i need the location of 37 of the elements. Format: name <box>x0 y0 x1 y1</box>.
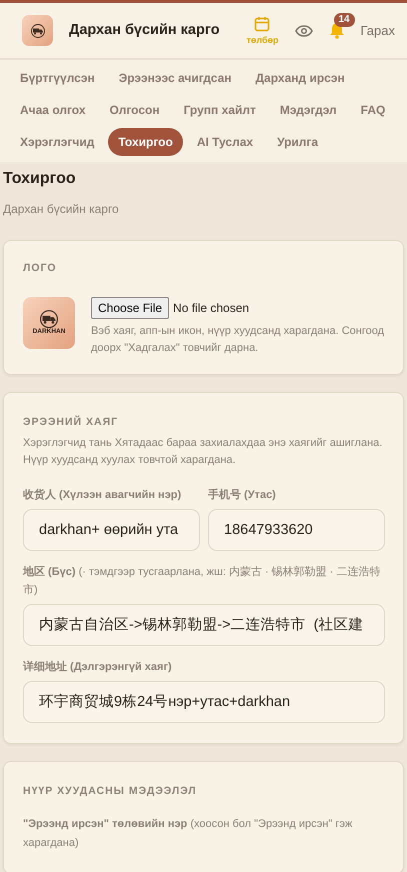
logout-link[interactable]: Гарах <box>360 20 395 40</box>
page-subtitle: Дархан бүсийн карго <box>3 201 120 218</box>
nav-tab[interactable]: Групп хайлт <box>174 96 266 124</box>
nav-tab[interactable]: Тохиргоо <box>108 128 183 156</box>
section-heading: ЭРЭЭНИЙ ХАЯГ <box>23 414 120 430</box>
nav-tab[interactable]: Ачаа олгох <box>10 96 96 124</box>
input-field[interactable]: 内蒙古自治区->锡林郭勒盟->二连浩特市 (社区建 <box>23 604 385 646</box>
nav-tab[interactable]: AI Туслах <box>186 128 264 156</box>
help-text: Вэб хаяг, апп-ын икон, нүүр хуудсанд харагдана. Сонгоод доорх "Хадгалах" товчийг дарна. <box>91 324 385 356</box>
nav-tab[interactable]: Эрээнээс ачигдсан <box>108 64 242 92</box>
input-field[interactable]: 18647933620 <box>208 508 385 551</box>
file-status: No file chosen <box>173 300 250 317</box>
field-label: 地区 (Бүс) (· тэмдгээр тусгаарлана, жш: 内蒙古 · 锡林郭勒盟 · 二连浩特市) <box>23 564 382 598</box>
choose-file-button[interactable]: Choose File <box>91 296 170 319</box>
calendar-icon <box>254 16 270 32</box>
field-label: "Эрээнд ирсэн" төлөвийн нэр (хоосон бол "Эрээнд ирсэн" гэж харагдана) <box>23 817 354 852</box>
input-field[interactable]: 环宇商贸城9栋24号нэр+утас+darkhan <box>23 680 385 723</box>
help-text: Хэрэглэгчид тань Хятадаас бараа захиалахдаа энэ хаягийг ашиглана. Нүүр хуудсанд хуулах товчтой харагдана. <box>23 436 384 468</box>
app-title: Дархан бүсийн карго <box>69 20 220 40</box>
page-title: Тохиргоо <box>3 169 77 189</box>
nav-tab[interactable]: Мэдэгдэл <box>270 96 347 124</box>
logo-icon <box>22 15 53 46</box>
section-heading: ЛОГО <box>23 261 58 276</box>
field-label: 收货人 (Хүлээн авагчийн нэр) <box>23 488 182 503</box>
field-label: 详细地址 (Дэлгэрэнгүй хаяг) <box>23 660 173 675</box>
nav-tab[interactable]: Дарханд ирсэн <box>246 64 355 92</box>
input-field[interactable]: darkhan+ өөрийн ута <box>23 508 200 551</box>
nav-tab[interactable]: Урилга <box>267 128 328 156</box>
nav-tab[interactable]: FAQ <box>350 96 396 124</box>
nav-tab[interactable]: Хэрэглэгчид <box>10 128 104 156</box>
nav-tab[interactable]: Олгосон <box>100 96 170 124</box>
nav-tab[interactable]: Бүртгүүлсэн <box>10 64 105 92</box>
notification-badge: 14 <box>334 13 355 27</box>
eye-icon[interactable] <box>294 24 312 36</box>
calendar-button[interactable]: төлбөр <box>246 16 278 45</box>
field-label: 手机号 (Утас) <box>208 488 277 503</box>
section-heading: НҮҮР ХУУДАСНЫ МЭДЭЭЛЭЛ <box>23 784 198 799</box>
